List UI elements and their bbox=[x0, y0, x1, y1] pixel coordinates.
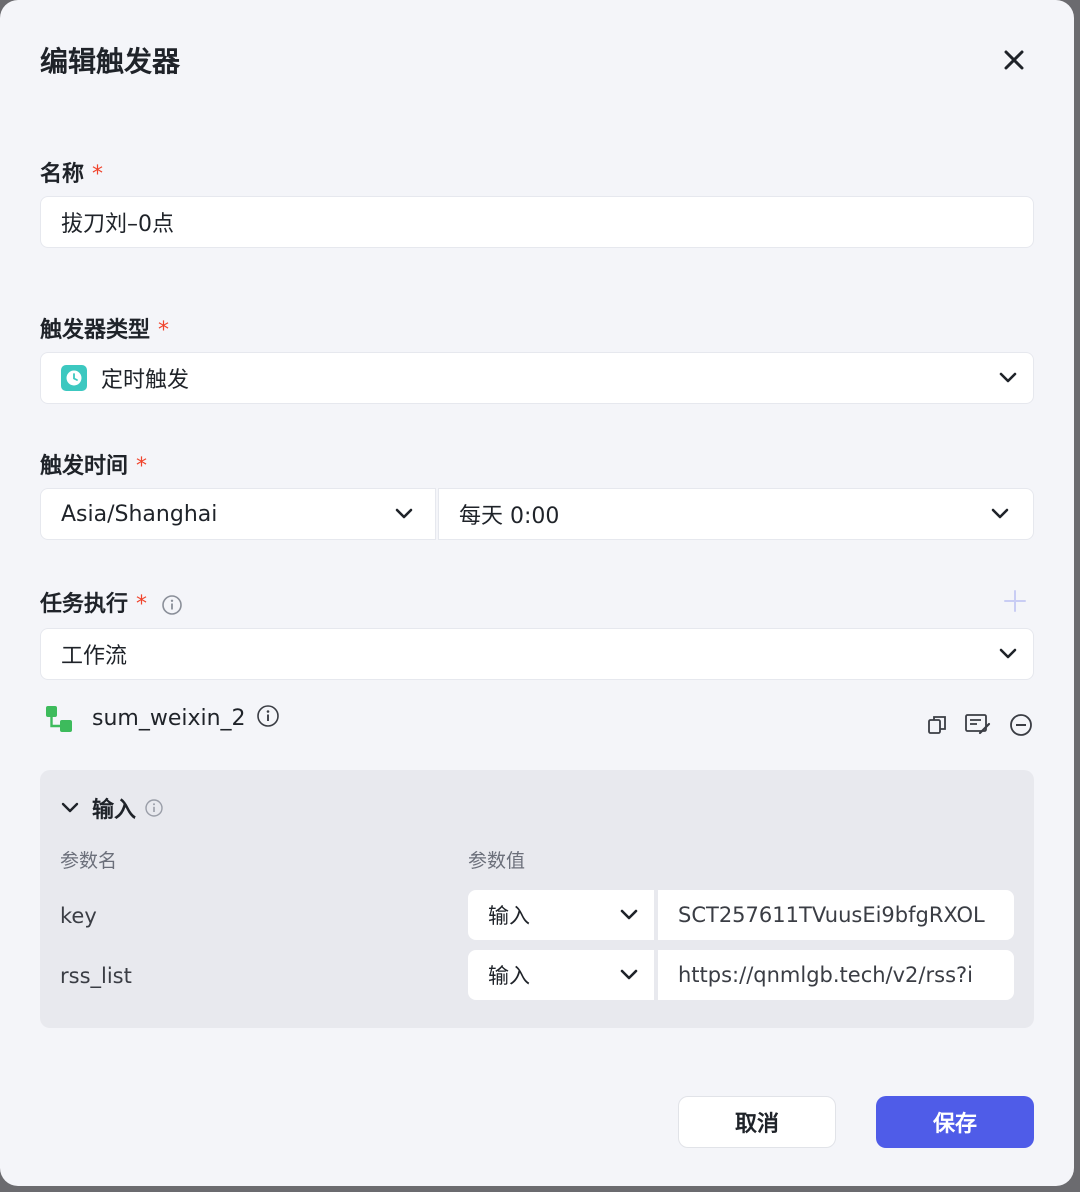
add-icon[interactable] bbox=[1002, 588, 1028, 614]
edit-trigger-dialog: 编辑触发器 名称 * 拔刀刘–0点 触发器类型 * 定时触发 触发时间 * Asia/… bbox=[0, 0, 1074, 1186]
chevron-down-icon bbox=[999, 372, 1017, 383]
param-mode-select[interactable]: 输入 bbox=[468, 950, 654, 1000]
task-type-select[interactable]: 工作流 bbox=[40, 628, 1034, 680]
inputs-panel-header[interactable]: 输入 bbox=[60, 792, 164, 824]
required-mark: * bbox=[136, 592, 148, 617]
required-mark: * bbox=[136, 454, 148, 479]
param-name: key bbox=[60, 904, 97, 928]
name-label: 名称 * bbox=[40, 162, 104, 187]
info-icon[interactable] bbox=[144, 798, 164, 818]
trigger-type-select[interactable]: 定时触发 bbox=[40, 352, 1034, 404]
edit-icon[interactable] bbox=[964, 712, 992, 738]
param-mode-select[interactable]: 输入 bbox=[468, 890, 654, 940]
column-header-name: 参数名 bbox=[60, 850, 118, 872]
chevron-down-icon bbox=[999, 648, 1017, 659]
close-icon[interactable] bbox=[996, 42, 1032, 78]
timezone-value: Asia/Shanghai bbox=[61, 501, 218, 527]
info-icon[interactable] bbox=[161, 594, 183, 616]
param-name: rss_list bbox=[60, 964, 132, 988]
info-icon[interactable] bbox=[256, 704, 280, 728]
clock-icon bbox=[61, 365, 87, 391]
param-value-input[interactable]: https://qnmlgb.tech/v2/rss?i bbox=[658, 950, 1014, 1000]
copy-icon[interactable] bbox=[926, 713, 950, 737]
name-input-value: 拔刀刘–0点 bbox=[61, 212, 174, 237]
trigger-type-value: 定时触发 bbox=[101, 368, 190, 393]
trigger-time-label: 触发时间 * bbox=[40, 454, 148, 479]
name-input[interactable]: 拔刀刘–0点 bbox=[40, 196, 1034, 248]
inputs-title: 输入 bbox=[92, 798, 137, 823]
workflow-item: sum_weixin_2 bbox=[44, 700, 1034, 740]
timezone-select[interactable]: Asia/Shanghai bbox=[40, 488, 436, 540]
task-type-value: 工作流 bbox=[61, 644, 128, 669]
schedule-value: 每天 0:00 bbox=[459, 504, 560, 529]
chevron-down-icon bbox=[620, 909, 638, 920]
chevron-down-icon[interactable] bbox=[60, 798, 80, 818]
inputs-panel: 输入 参数名 参数值 key 输入 SCT257611TVuusEi9bfgRX… bbox=[40, 770, 1034, 1028]
task-label: 任务执行 * bbox=[40, 586, 183, 618]
required-mark: * bbox=[92, 162, 104, 187]
required-mark: * bbox=[158, 318, 170, 343]
param-mode-value: 输入 bbox=[488, 904, 530, 928]
schedule-select[interactable]: 每天 0:00 bbox=[438, 488, 1034, 540]
trigger-type-label: 触发器类型 * bbox=[40, 318, 170, 343]
param-value-input[interactable]: SCT257611TVuusEi9bfgRXOL bbox=[658, 890, 1014, 940]
remove-icon[interactable] bbox=[1008, 712, 1034, 738]
column-header-value: 参数值 bbox=[468, 850, 526, 872]
chevron-down-icon bbox=[395, 508, 413, 519]
save-button[interactable]: 保存 bbox=[876, 1096, 1034, 1148]
cancel-button[interactable]: 取消 bbox=[678, 1096, 836, 1148]
chevron-down-icon bbox=[620, 969, 638, 980]
workflow-icon bbox=[46, 706, 72, 732]
workflow-name: sum_weixin_2 bbox=[92, 706, 246, 731]
dialog-title: 编辑触发器 bbox=[40, 45, 181, 78]
chevron-down-icon bbox=[991, 508, 1009, 519]
param-mode-value: 输入 bbox=[488, 964, 530, 988]
